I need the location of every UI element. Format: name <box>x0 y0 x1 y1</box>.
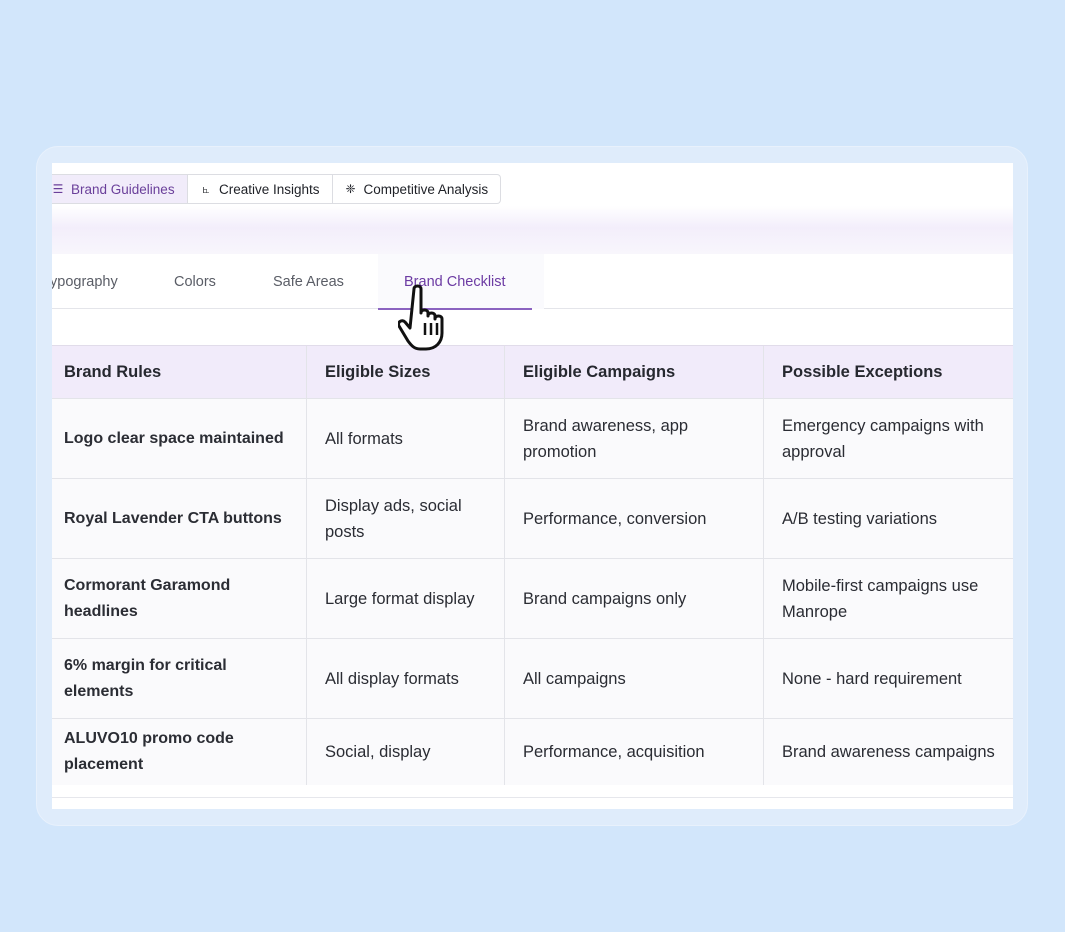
sub-tab-label: Safe Areas <box>273 273 344 290</box>
table-cell: Cormorant Garamond headlines <box>64 576 231 620</box>
tab-label: Competitive Analysis <box>363 181 489 197</box>
table-cell: All formats <box>306 399 504 478</box>
sub-tab-bar: ypography Colors Safe Areas Brand Checkl… <box>52 254 1013 310</box>
table-cell: 6% margin for critical elements <box>64 656 227 700</box>
table-cell: ALUVO10 promo code placement <box>64 730 234 773</box>
table-cell: Performance, acquisition <box>504 719 763 785</box>
header-band <box>52 206 1013 254</box>
tab-brand-guidelines[interactable]: ☰ Brand Guidelines <box>52 175 187 203</box>
table-header-row: Brand Rules Eligible Sizes Eligible Camp… <box>52 346 1013 399</box>
hand-pointer-cursor-icon <box>398 284 444 351</box>
table-row[interactable]: Royal Lavender CTA buttons Display ads, … <box>52 479 1013 559</box>
table-cell: Brand campaigns only <box>504 559 763 638</box>
table-cell: Brand awareness campaigns <box>763 719 1013 785</box>
table-cell: Display ads, social posts <box>306 479 504 558</box>
table-cell: A/B testing variations <box>763 479 1013 558</box>
table-cell: All display formats <box>306 639 504 718</box>
sub-tab-label: ypography <box>52 273 118 290</box>
tab-creative-insights[interactable]: ⦜ Creative Insights <box>187 175 332 203</box>
chart-icon: ⦜ <box>202 181 210 196</box>
tab-label: Brand Guidelines <box>71 181 175 197</box>
tab-competitive-analysis[interactable]: ❈ Competitive Analysis <box>331 175 501 203</box>
table-cell: Social, display <box>306 719 504 785</box>
tab-typography[interactable]: ypography <box>52 254 118 309</box>
table-cell: Performance, conversion <box>504 479 763 558</box>
tab-label: Creative Insights <box>219 181 320 197</box>
column-header[interactable]: Brand Rules <box>52 346 306 398</box>
table-cell: Emergency campaigns with approval <box>763 399 1013 478</box>
tab-colors[interactable]: Colors <box>174 254 216 309</box>
table-row[interactable]: ALUVO10 promo code placement Social, dis… <box>52 719 1013 785</box>
main-panel: ☰ Brand Guidelines ⦜ Creative Insights ❈… <box>52 163 1013 809</box>
top-tab-strip: ☰ Brand Guidelines ⦜ Creative Insights ❈… <box>52 174 502 204</box>
tab-safe-areas[interactable]: Safe Areas <box>273 254 344 309</box>
table-cell: All campaigns <box>504 639 763 718</box>
list-icon: ☰ <box>52 182 64 196</box>
table-cell: Large format display <box>306 559 504 638</box>
column-header[interactable]: Possible Exceptions <box>763 346 1013 398</box>
divider <box>52 797 1013 798</box>
table-cell: Royal Lavender CTA buttons <box>64 509 282 527</box>
table-row[interactable]: Cormorant Garamond headlines Large forma… <box>52 559 1013 639</box>
column-header[interactable]: Eligible Sizes <box>306 346 504 398</box>
target-icon: ❈ <box>345 182 356 196</box>
sub-tab-label: Colors <box>174 273 216 290</box>
table-cell: Mobile-first campaigns use Manrope <box>763 559 1013 638</box>
column-header[interactable]: Eligible Campaigns <box>504 346 763 398</box>
brand-checklist-table: Brand Rules Eligible Sizes Eligible Camp… <box>52 345 1013 785</box>
table-cell: Logo clear space maintained <box>64 429 284 447</box>
table-cell: None - hard requirement <box>763 639 1013 718</box>
table-row[interactable]: 6% margin for critical elements All disp… <box>52 639 1013 719</box>
table-row[interactable]: Logo clear space maintained All formats … <box>52 399 1013 479</box>
table-cell: Brand awareness, app promotion <box>504 399 763 478</box>
